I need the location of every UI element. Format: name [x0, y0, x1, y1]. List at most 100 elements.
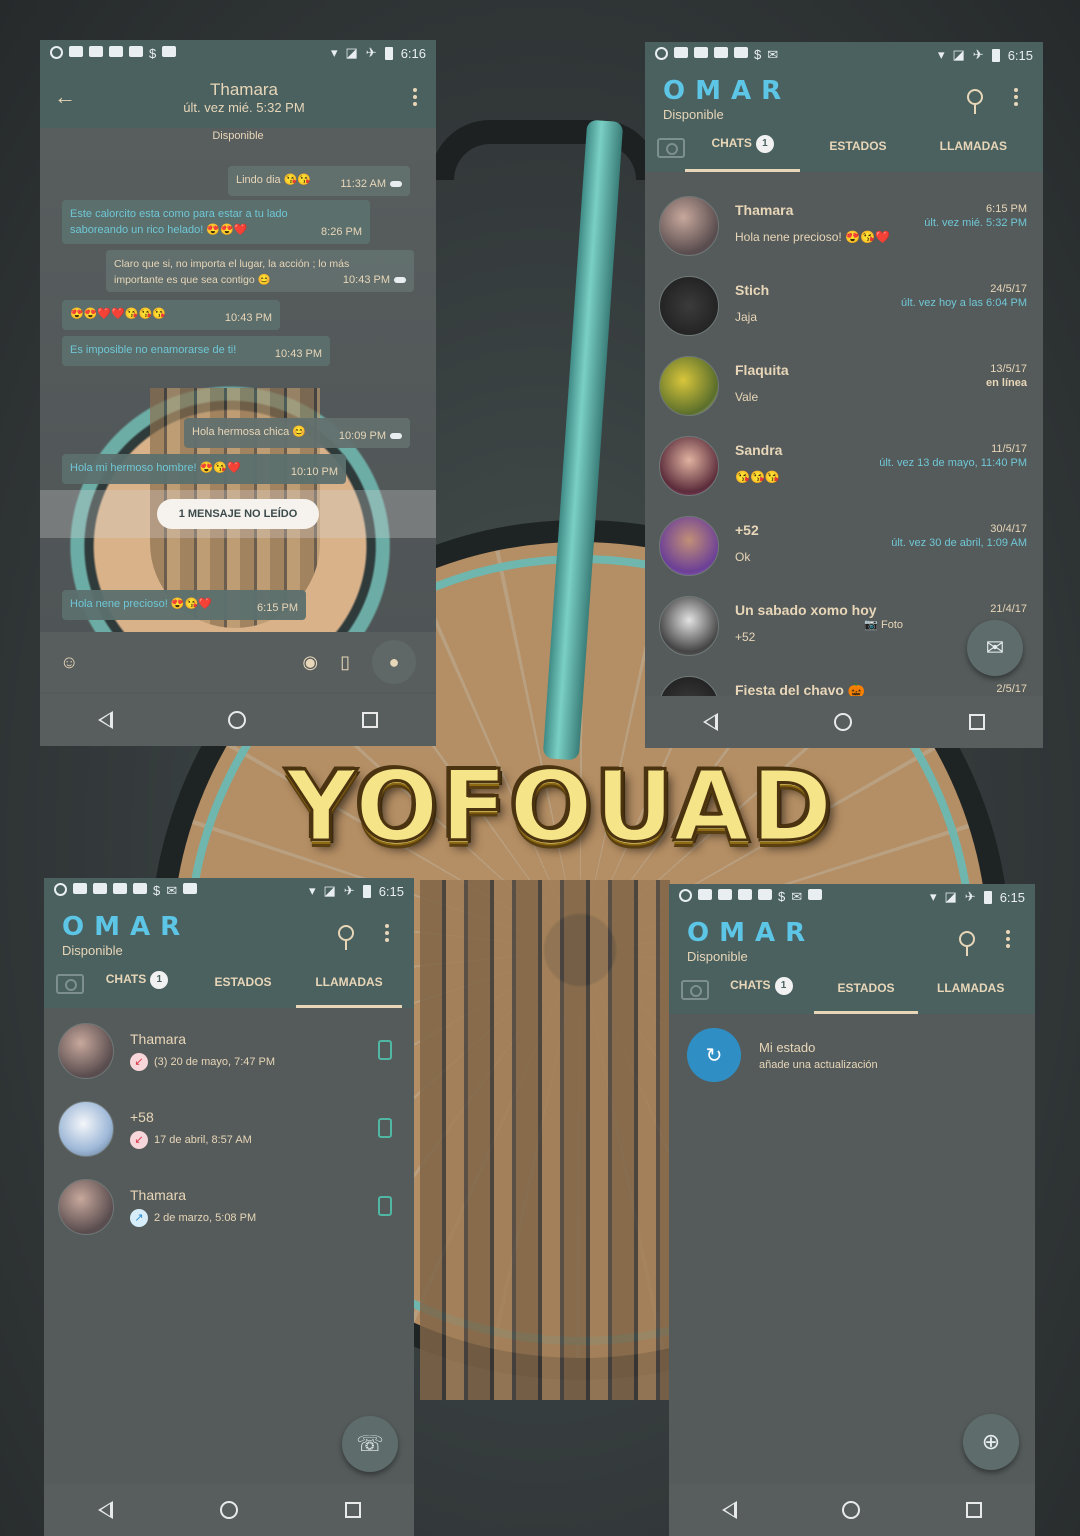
chat-last-seen: últ. vez hoy a las 6:04 PM [901, 297, 1027, 309]
message-bubble[interactable]: Este calorcito esta como para estar a tu… [62, 200, 370, 244]
camera-tab-icon[interactable] [681, 980, 709, 1000]
call-time: (3) 20 de mayo, 7:47 PM [154, 1056, 276, 1068]
emoji-icon[interactable]: ☺ [60, 652, 78, 673]
nav-home-icon[interactable] [834, 713, 853, 731]
overflow-menu-icon[interactable] [380, 924, 394, 942]
youtube-icon [133, 883, 147, 894]
message-time: 10:09 PM [338, 430, 386, 442]
unread-badge: 1 [755, 135, 774, 153]
youtube-icon [738, 889, 752, 900]
message-text: Es imposible no enamorarse de ti! [70, 344, 237, 356]
nav-back-icon[interactable] [97, 1501, 113, 1519]
message-bubble[interactable]: Es imposible no enamorarse de ti! 10:43 … [62, 336, 330, 366]
overflow-menu-icon[interactable] [408, 88, 422, 106]
back-arrow-icon[interactable]: ← [54, 84, 80, 110]
overflow-menu-icon[interactable] [1009, 88, 1023, 106]
message-time: 10:10 PM [290, 466, 338, 478]
chat-preview: Ok [735, 550, 751, 564]
battery-icon [983, 890, 992, 904]
message-time: 10:43 PM [274, 348, 322, 360]
nav-recents-icon[interactable] [966, 1502, 983, 1518]
camera-icon[interactable]: ◉ [302, 652, 318, 673]
nav-recents-icon[interactable] [968, 714, 985, 730]
message-bubble[interactable]: 😍😍❤️❤️😘😘😘 10:43 PM [62, 300, 280, 330]
chat-date: 13/5/17 [990, 363, 1027, 375]
youtube-icon [73, 883, 87, 894]
tab-status[interactable]: ESTADOS [190, 975, 296, 1008]
message-bubble[interactable]: Hola mi hermoso hombre! 😍😘❤️ 10:10 PM [62, 454, 346, 484]
tab-status[interactable]: ESTADOS [800, 139, 915, 172]
message-time: 11:32 AM [340, 178, 386, 190]
nav-home-icon[interactable] [219, 1501, 238, 1519]
tab-calls[interactable]: LLAMADAS [916, 139, 1031, 172]
message-bubble[interactable]: Hola nene precioso! 😍😘❤️ 6:15 PM [62, 590, 306, 620]
airplane-icon: ✈ [365, 45, 377, 60]
status-bar: $ ✉ ▾ ◪ ✈ 6:15 [669, 884, 1035, 910]
call-button[interactable] [378, 1040, 392, 1060]
chat-name: Flaquita [735, 362, 789, 378]
youtube-icon [694, 47, 708, 58]
nav-back-icon[interactable] [703, 713, 719, 731]
tab-calls[interactable]: LLAMADAS [918, 981, 1023, 1014]
battery-icon [384, 46, 393, 60]
tab-bar: CHATS 1 ESTADOS LLAMADAS [669, 964, 1035, 1014]
new-status-button[interactable]: ⊕ [963, 1414, 1019, 1470]
tab-calls[interactable]: LLAMADAS [296, 975, 402, 1008]
chat-list-item[interactable]: +52 Ok 30/4/17 últ. vez 30 de abril, 1:09 … [645, 504, 1043, 584]
avatar [58, 1179, 114, 1235]
tab-chats[interactable]: CHATS 1 [709, 977, 814, 1014]
call-list-item[interactable]: +58 ↙ 17 de abril, 8:57 AM [44, 1090, 414, 1168]
clock: 6:15 [378, 883, 404, 899]
sync-icon [655, 47, 668, 60]
tab-label: CHATS [711, 136, 752, 151]
skype-icon: $ [149, 45, 157, 61]
missed-call-icon: ↙ [130, 1131, 148, 1149]
phone-calls-screen: $ ✉ ▾ ◪ ✈ 6:15 OMAR Disponible CHATS 1 ES… [44, 878, 414, 1536]
nav-back-icon[interactable] [721, 1501, 737, 1519]
chat-list-item[interactable]: Thamara Hola nene precioso! 😍😘❤️ 6:15 PM ú… [645, 184, 1043, 264]
wifi-icon: ▾ [937, 47, 945, 62]
message-bubble[interactable]: Hola hermosa chica 😊 10:09 PM [184, 418, 410, 448]
nav-home-icon[interactable] [228, 711, 247, 729]
tab-chats[interactable]: CHATS 1 [685, 135, 801, 172]
nav-recents-icon[interactable] [344, 1502, 361, 1518]
tab-status[interactable]: ESTADOS [813, 981, 919, 1014]
my-status-item[interactable]: ↻ Mi estado añade una actualización [669, 1014, 1035, 1096]
new-chat-button[interactable]: ✉ [967, 620, 1023, 676]
tab-label: CHATS [730, 978, 771, 993]
chat-list-item[interactable]: Stich Jaja 24/5/17 últ. vez hoy a las 6:04… [645, 264, 1043, 344]
chat-messages[interactable]: Disponible Lindo dia 😘😘 11:32 AM Este ca… [40, 128, 436, 632]
message-bubble[interactable]: Claro que si, no importa el lugar, la ac… [106, 250, 414, 292]
call-button[interactable] [378, 1196, 392, 1216]
call-time: 2 de marzo, 5:08 PM [154, 1212, 257, 1224]
attach-icon[interactable]: ▯ [340, 652, 350, 673]
unread-divider: 1 MENSAJE NO LEÍDO [40, 490, 436, 538]
missed-call-icon: ↙ [130, 1053, 148, 1071]
camera-tab-icon[interactable] [657, 138, 685, 158]
nav-recents-icon[interactable] [362, 712, 379, 728]
overflow-menu-icon[interactable] [1001, 930, 1015, 948]
microphone-icon[interactable]: ● [372, 640, 416, 684]
nav-home-icon[interactable] [842, 1501, 861, 1519]
chat-title[interactable]: Thamara últ. vez mié. 5:32 PM [80, 80, 408, 115]
system-nav-bar [669, 1484, 1035, 1536]
tab-chats[interactable]: CHATS 1 [84, 971, 190, 1008]
no-sim-icon: ◪ [952, 47, 965, 62]
call-list-item[interactable]: Thamara ↙ (3) 20 de mayo, 7:47 PM [44, 1012, 414, 1090]
message-time: 10:43 PM [224, 312, 272, 324]
search-icon[interactable] [338, 925, 354, 950]
camera-tab-icon[interactable] [56, 974, 84, 994]
video-call-button[interactable] [378, 1118, 392, 1138]
search-icon[interactable] [959, 931, 975, 956]
call-list-item[interactable]: Thamara ↗ 2 de marzo, 5:08 PM [44, 1168, 414, 1246]
chat-date: 6:15 PM [986, 203, 1027, 215]
new-call-button[interactable]: ☏ [342, 1416, 398, 1472]
avatar [659, 356, 719, 416]
search-icon[interactable] [967, 89, 983, 114]
message-bubble[interactable]: Lindo dia 😘😘 11:32 AM [228, 166, 410, 196]
chat-list-item[interactable]: Sandra 😘😘😘 11/5/17 últ. vez 13 de mayo, 11… [645, 424, 1043, 504]
system-nav-bar [44, 1484, 414, 1536]
chat-list: Thamara Hola nene precioso! 😍😘❤️ 6:15 PM ú… [645, 184, 1043, 696]
nav-back-icon[interactable] [97, 711, 113, 729]
chat-list-item[interactable]: Flaquita Vale 13/5/17 en línea [645, 344, 1043, 424]
